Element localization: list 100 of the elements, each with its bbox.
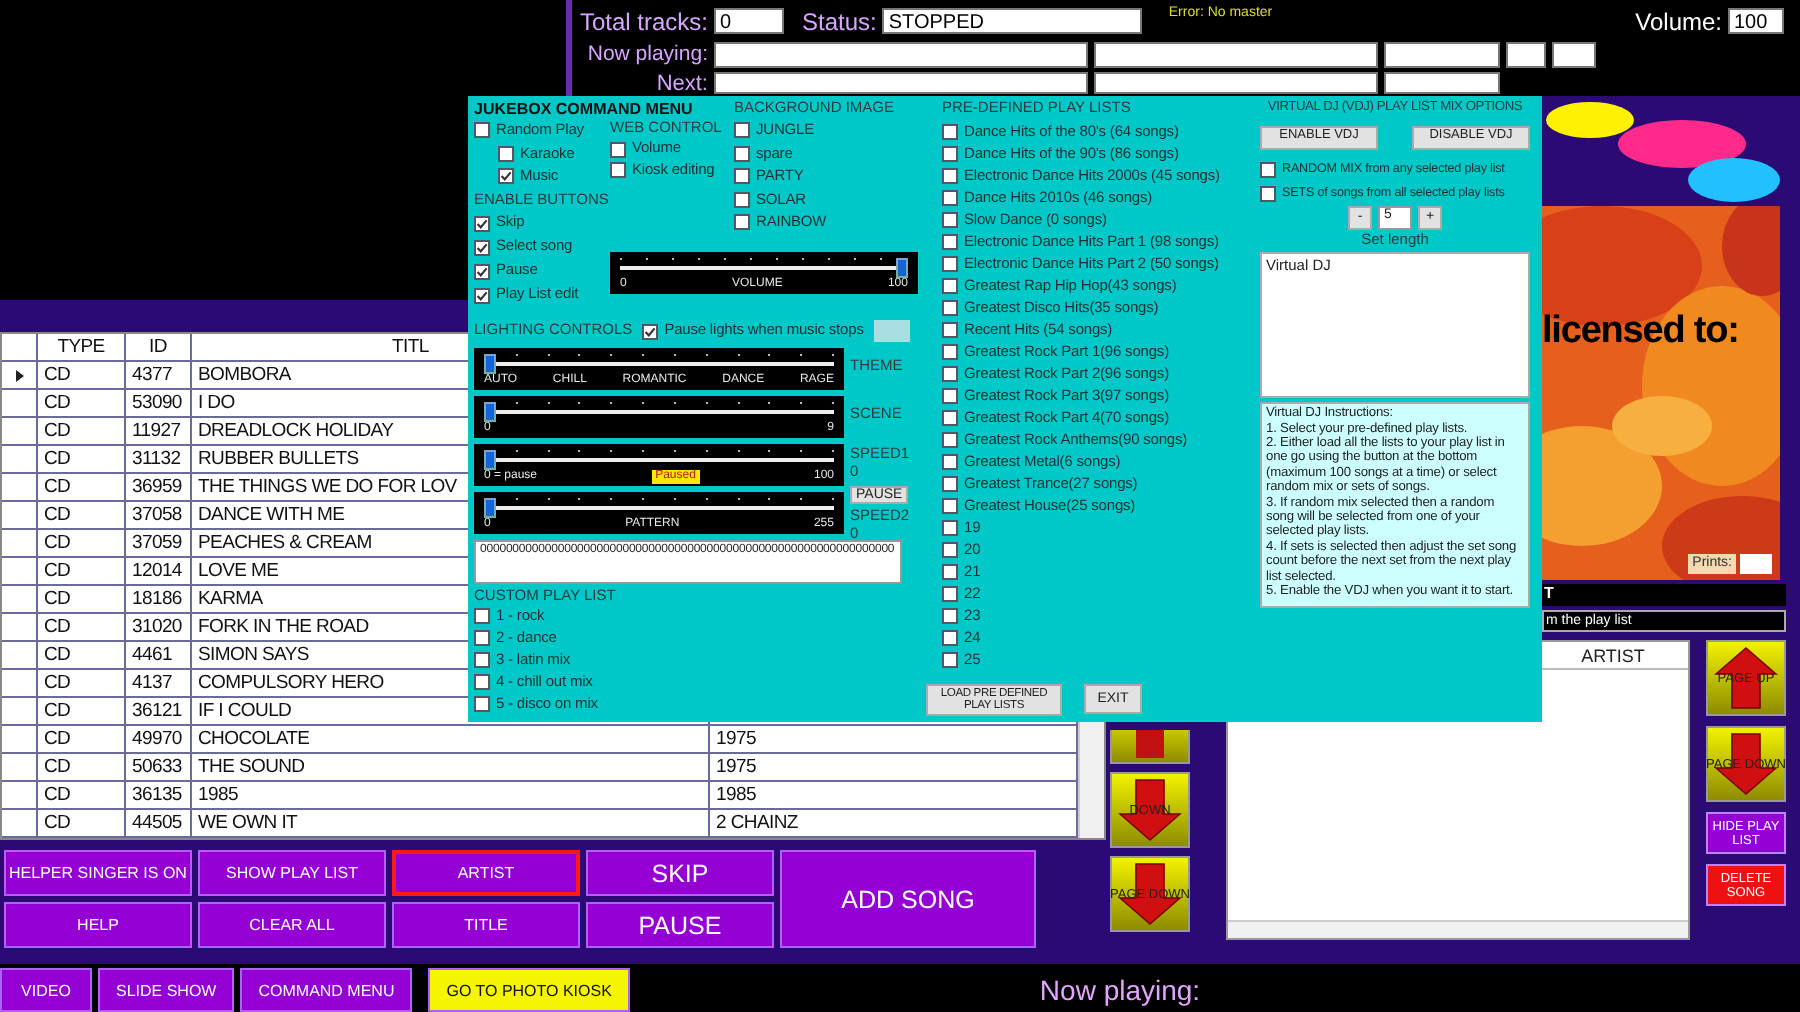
checkbox[interactable] — [942, 190, 958, 207]
slider-track[interactable] — [484, 402, 834, 421]
checkbox[interactable] — [474, 287, 490, 304]
scrollbar[interactable] — [1228, 920, 1688, 938]
checkbox[interactable] — [474, 122, 490, 139]
text-field[interactable] — [1740, 554, 1772, 574]
text-field[interactable]: STOPPED — [882, 8, 1143, 34]
text-field[interactable] — [1552, 41, 1596, 67]
checkbox[interactable] — [942, 344, 958, 361]
checkbox[interactable] — [734, 122, 750, 139]
checkbox[interactable] — [734, 191, 750, 208]
checkbox[interactable] — [734, 145, 750, 162]
checkbox[interactable] — [734, 168, 750, 185]
checkbox[interactable] — [942, 454, 958, 471]
slider-thumb[interactable] — [484, 450, 496, 471]
control-button[interactable]: SKIP — [586, 850, 774, 896]
table-cell: 53090 — [126, 390, 192, 418]
field-label: Status: — [802, 7, 877, 35]
checkbox[interactable] — [942, 168, 958, 185]
column-header[interactable]: ARTIST — [1538, 642, 1688, 668]
slider-thumb[interactable] — [484, 402, 496, 423]
checkbox[interactable] — [942, 366, 958, 383]
checkbox[interactable] — [942, 212, 958, 229]
slider-thumb[interactable] — [896, 257, 908, 278]
checkbox[interactable] — [1260, 185, 1276, 202]
checkbox[interactable] — [942, 146, 958, 163]
text-field[interactable] — [1094, 72, 1378, 94]
menu-button[interactable]: GO TO PHOTO KIOSK — [428, 968, 630, 1012]
column-header[interactable]: ID — [126, 334, 192, 362]
checkbox[interactable] — [942, 278, 958, 295]
checkbox[interactable] — [942, 124, 958, 141]
text-field[interactable] — [714, 41, 1088, 67]
control-button[interactable]: SHOW PLAY LIST — [198, 850, 386, 896]
text-field[interactable]: 0 — [714, 8, 785, 34]
slider-track[interactable] — [620, 257, 908, 276]
checkbox[interactable] — [642, 323, 659, 339]
slider-track[interactable] — [484, 450, 834, 469]
checkbox[interactable] — [942, 630, 958, 647]
menu-button[interactable]: COMMAND MENU — [240, 968, 413, 1012]
text-field[interactable] — [1094, 41, 1378, 67]
license-caption: licensed to: — [1542, 310, 1739, 354]
checkbox[interactable] — [942, 234, 958, 251]
control-button[interactable]: PAUSE — [586, 902, 774, 948]
checkbox[interactable] — [942, 410, 958, 427]
control-button[interactable]: HELPER SINGER IS ON — [4, 850, 192, 896]
checkbox[interactable] — [474, 215, 490, 232]
checkbox[interactable] — [610, 141, 626, 157]
text-field[interactable] — [1506, 41, 1546, 67]
checkbox[interactable] — [474, 652, 490, 669]
checkbox[interactable] — [942, 432, 958, 449]
checkbox[interactable] — [474, 674, 490, 691]
checkbox[interactable] — [498, 145, 514, 162]
checkbox[interactable] — [474, 263, 490, 280]
checkbox[interactable] — [942, 322, 958, 339]
checkbox[interactable] — [474, 630, 490, 647]
checkbox[interactable] — [942, 476, 958, 493]
checkbox[interactable] — [474, 696, 490, 713]
text-field[interactable] — [714, 72, 1088, 94]
checkbox[interactable] — [942, 608, 958, 625]
menu-button[interactable]: VIDEO — [0, 968, 92, 1012]
control-button[interactable]: TITLE — [392, 902, 580, 948]
scroll-button[interactable] — [1110, 730, 1190, 764]
text-field[interactable] — [1384, 41, 1500, 67]
control-button[interactable]: ARTIST — [392, 850, 580, 896]
table-cell: CD — [38, 502, 126, 530]
control-button[interactable]: ADD SONG — [780, 850, 1036, 948]
table-cell: 36121 — [126, 698, 192, 726]
checkbox[interactable] — [942, 586, 958, 603]
row-selector[interactable] — [2, 362, 38, 390]
checkbox[interactable] — [610, 162, 626, 178]
menu-button[interactable]: SLIDE SHOW — [98, 968, 235, 1012]
slider-track[interactable] — [484, 498, 834, 517]
checkbox[interactable] — [942, 542, 958, 559]
field-label: Now playing: — [585, 42, 708, 66]
checkbox[interactable] — [474, 608, 490, 625]
checkbox[interactable] — [942, 388, 958, 405]
slider-track[interactable] — [484, 354, 834, 373]
checkbox[interactable] — [942, 564, 958, 581]
slider-thumb[interactable] — [484, 354, 496, 375]
table-cell: 2 CHAINZ — [710, 810, 1078, 838]
table-cell: CD — [38, 362, 126, 390]
table-cell: 4461 — [126, 642, 192, 670]
column-header[interactable]: TYPE — [38, 334, 126, 362]
field-label: Next: — [654, 71, 708, 95]
text-field[interactable] — [1384, 72, 1500, 94]
checkbox[interactable] — [734, 214, 750, 231]
text-field[interactable]: 100 — [1728, 8, 1784, 34]
table-cell: CD — [38, 754, 126, 782]
checkbox[interactable] — [942, 652, 958, 669]
slider-thumb[interactable] — [484, 498, 496, 519]
checkbox[interactable] — [498, 168, 514, 185]
checkbox[interactable] — [474, 239, 490, 256]
checkbox[interactable] — [942, 520, 958, 537]
checkbox[interactable] — [942, 256, 958, 273]
control-button[interactable]: HELP — [4, 902, 192, 948]
checkbox[interactable] — [942, 300, 958, 317]
checkbox[interactable] — [942, 498, 958, 515]
control-button[interactable]: CLEAR ALL — [198, 902, 386, 948]
checkbox[interactable] — [1260, 161, 1276, 178]
dialog-title: JUKEBOX COMMAND MENU — [474, 100, 693, 118]
